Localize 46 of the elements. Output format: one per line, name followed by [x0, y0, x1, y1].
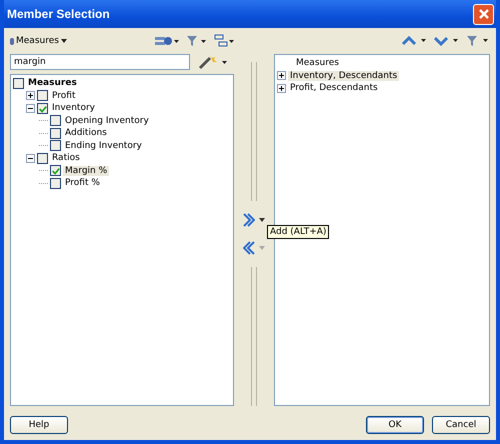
cancel-button[interactable]: Cancel — [432, 416, 490, 434]
wand-icon[interactable] — [198, 54, 228, 70]
selection-item[interactable]: Inventory, Descendants — [288, 70, 400, 81]
checkbox[interactable] — [50, 140, 61, 152]
tree-item[interactable]: Additions — [63, 128, 109, 138]
window-title: Member Selection — [7, 7, 110, 21]
tree-item[interactable]: Inventory — [50, 103, 97, 114]
checkbox[interactable] — [37, 152, 48, 164]
tree-item[interactable]: Ratios — [50, 153, 82, 164]
remove-arrow-icon[interactable] — [243, 241, 255, 255]
member-view-icon[interactable] — [154, 34, 180, 48]
checkbox[interactable] — [13, 78, 24, 89]
filter-icon[interactable] — [186, 34, 208, 48]
move-up-icon[interactable] — [402, 35, 428, 47]
selection-item[interactable]: Profit, Descendants — [288, 83, 380, 94]
tooltip: Add (ALT+A) — [267, 225, 330, 239]
expander-icon[interactable] — [26, 154, 35, 163]
caret-icon[interactable] — [259, 218, 265, 222]
checkbox[interactable] — [37, 90, 48, 102]
ok-button[interactable]: OK — [366, 416, 424, 434]
search-field[interactable]: margin — [10, 54, 190, 70]
checkbox[interactable] — [50, 178, 61, 189]
add-arrow-icon[interactable] — [243, 213, 255, 227]
tree-item[interactable]: Profit — [50, 90, 78, 101]
expander-icon[interactable] — [277, 71, 286, 80]
expander-icon[interactable] — [26, 91, 35, 100]
filter-icon[interactable] — [466, 35, 490, 47]
layout-icon[interactable] — [214, 34, 234, 48]
tree-item[interactable]: Ending Inventory — [63, 140, 144, 151]
close-button[interactable] — [473, 4, 494, 24]
tree-item[interactable]: Measures — [26, 78, 79, 88]
tree-item[interactable]: Profit % — [63, 178, 102, 188]
checkbox[interactable] — [50, 165, 61, 176]
checkbox[interactable] — [37, 102, 48, 114]
list-header: Measures — [295, 58, 340, 68]
close-icon — [478, 8, 490, 20]
expander-icon[interactable] — [277, 84, 286, 93]
move-down-icon[interactable] — [434, 35, 460, 47]
expander-icon[interactable] — [26, 104, 35, 113]
tree-item[interactable]: Margin % — [63, 166, 110, 176]
caret-icon — [60, 39, 67, 43]
tree-item[interactable]: Opening Inventory — [63, 116, 151, 126]
dimension-dropdown[interactable]: Measures — [10, 36, 67, 46]
checkbox[interactable] — [50, 115, 61, 126]
help-button[interactable]: Help — [10, 416, 68, 434]
checkbox[interactable] — [50, 128, 61, 139]
